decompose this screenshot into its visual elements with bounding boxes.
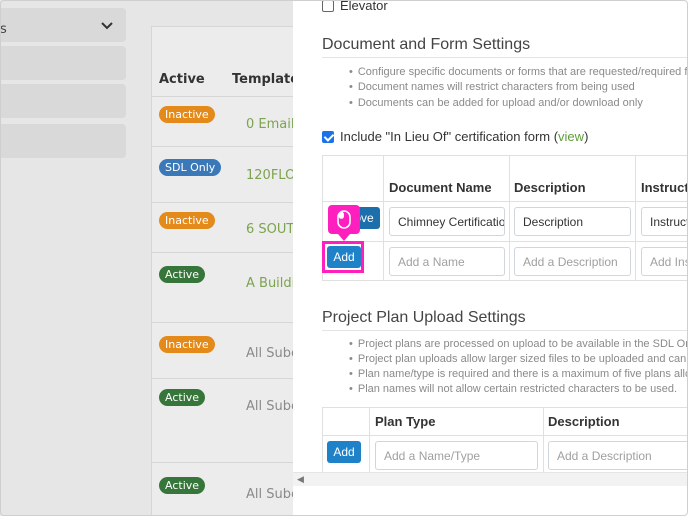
sidebar-dropdown-label: s bbox=[0, 22, 7, 37]
document-bullet: Document names will restrict characters … bbox=[349, 81, 635, 93]
status-badge: Inactive bbox=[159, 106, 215, 123]
template-link[interactable]: All Subc bbox=[246, 346, 298, 361]
template-settings-panel: Elevator Document and Form Settings Conf… bbox=[293, 0, 688, 516]
sidebar-item[interactable] bbox=[0, 84, 126, 118]
sidebar-item[interactable] bbox=[0, 124, 126, 158]
document-description-input[interactable]: Description bbox=[514, 207, 631, 236]
column-header-plan-description: Description bbox=[548, 414, 620, 429]
column-header-instructions: Instruct bbox=[641, 180, 688, 195]
chevron-down-icon bbox=[101, 22, 113, 30]
document-settings-title: Document and Form Settings bbox=[322, 36, 531, 53]
document-bullet: Documents can be added for upload and/or… bbox=[349, 97, 643, 109]
template-link[interactable]: All Subc bbox=[246, 399, 298, 414]
plan-settings-title: Project Plan Upload Settings bbox=[322, 309, 526, 326]
status-badge: Active bbox=[159, 266, 206, 283]
column-header-plan-type: Plan Type bbox=[375, 414, 436, 429]
panel-footer bbox=[293, 486, 688, 516]
plan-bullet: Project plans are processed on upload to… bbox=[349, 338, 688, 350]
mouse-click-marker bbox=[328, 205, 360, 241]
add-plan-button[interactable]: Add bbox=[327, 441, 361, 463]
column-header-description: Description bbox=[514, 180, 586, 195]
new-document-instructions-input[interactable]: Add Ins bbox=[641, 247, 688, 276]
status-badge: Inactive bbox=[159, 336, 215, 353]
plan-bullet: Plan names will not allow certain restri… bbox=[349, 383, 677, 395]
plan-bullet: Project plan uploads allow larger sized … bbox=[349, 353, 688, 365]
document-bullet: Configure specific documents or forms th… bbox=[349, 66, 688, 78]
in-lieu-of-checkbox[interactable] bbox=[322, 131, 334, 143]
click-highlight bbox=[322, 241, 364, 273]
elevator-label: Elevator bbox=[340, 0, 388, 13]
status-badge: Inactive bbox=[159, 212, 215, 229]
mouse-icon bbox=[337, 210, 351, 229]
scroll-left-icon[interactable]: ◀ bbox=[297, 475, 304, 485]
sidebar-item[interactable] bbox=[0, 46, 126, 80]
horizontal-scrollbar[interactable]: ◀ bbox=[293, 472, 688, 486]
status-badge: Active bbox=[159, 389, 206, 406]
view-link[interactable]: view bbox=[558, 129, 584, 144]
in-lieu-of-label: Include "In Lieu Of" certification form … bbox=[340, 129, 589, 144]
template-link[interactable]: A Buildi bbox=[246, 276, 295, 291]
plan-type-input[interactable]: Add a Name/Type bbox=[375, 441, 538, 470]
document-name-input[interactable]: Chimney Certificatio bbox=[389, 207, 505, 236]
new-document-description-input[interactable]: Add a Description bbox=[514, 247, 631, 276]
plan-description-input[interactable]: Add a Description bbox=[548, 441, 688, 470]
plan-bullet: Plan name/type is required and there is … bbox=[349, 368, 688, 380]
column-header-active: Active bbox=[159, 72, 205, 87]
document-instructions-input[interactable]: Instruct bbox=[641, 207, 688, 236]
new-document-name-input[interactable]: Add a Name bbox=[389, 247, 505, 276]
status-badge: Active bbox=[159, 477, 206, 494]
status-badge: SDL Only bbox=[159, 159, 222, 176]
template-link[interactable]: 120FLO bbox=[246, 168, 295, 183]
sidebar-dropdown[interactable]: s bbox=[0, 8, 126, 42]
elevator-checkbox[interactable] bbox=[322, 0, 334, 12]
template-link[interactable]: All Subc bbox=[246, 487, 298, 502]
template-link[interactable]: 6 SOUT bbox=[246, 222, 294, 237]
column-header-document-name: Document Name bbox=[389, 180, 492, 195]
